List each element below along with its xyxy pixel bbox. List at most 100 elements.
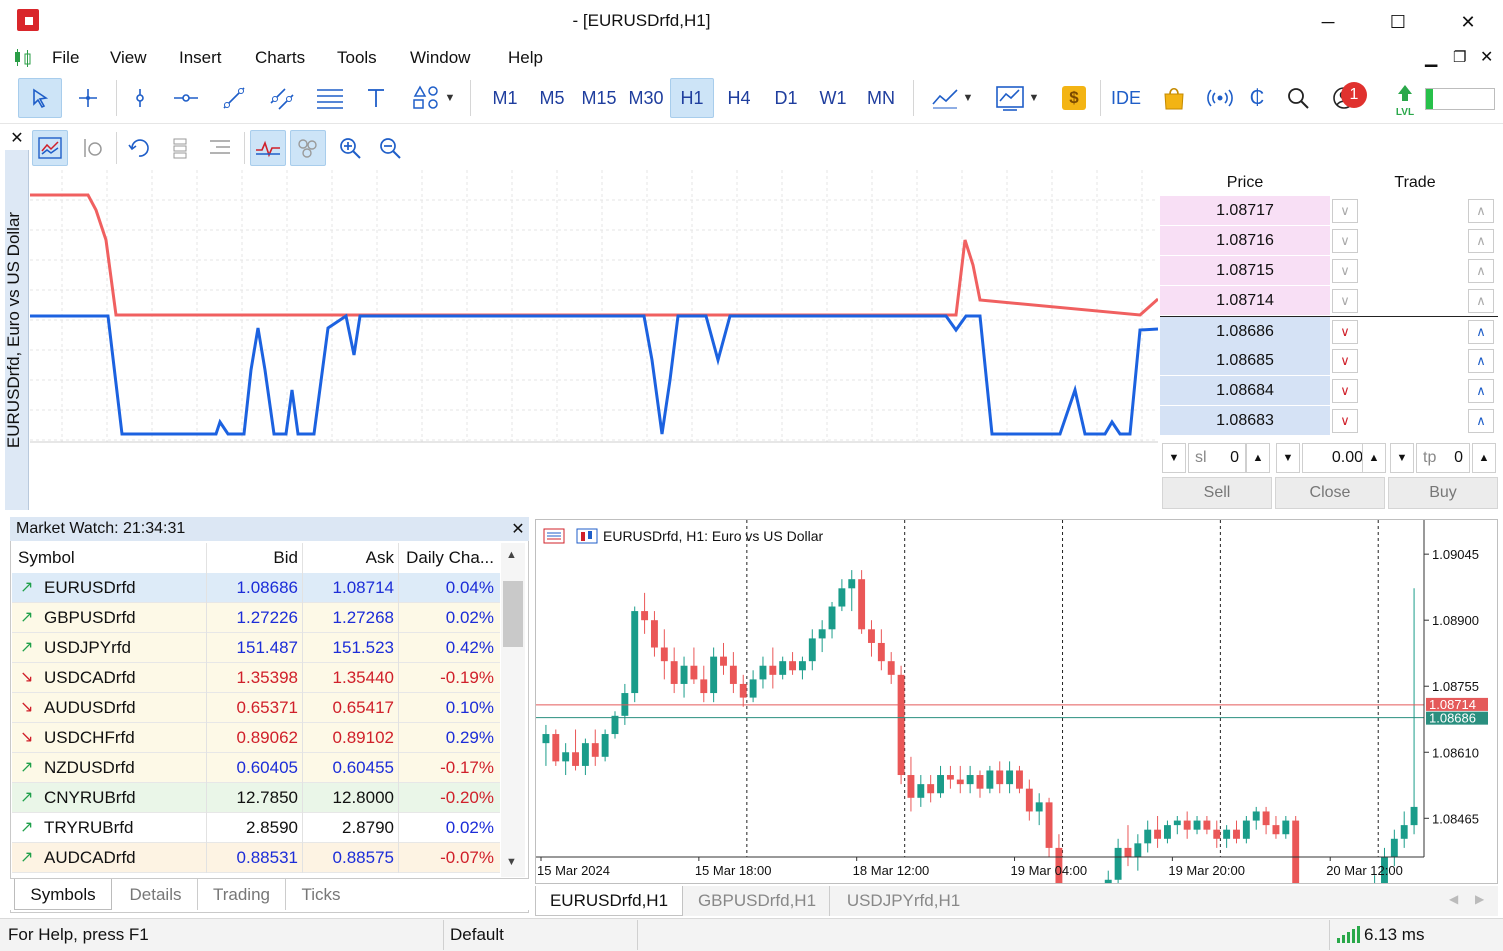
- timeframe-m15[interactable]: M15: [577, 78, 621, 118]
- zoom-out-button[interactable]: [372, 130, 408, 166]
- zoom-in-button[interactable]: [332, 130, 368, 166]
- dom-sell-chevron-icon[interactable]: ∨: [1332, 349, 1358, 373]
- dom-buy-chevron-icon[interactable]: ∧: [1468, 349, 1494, 373]
- sl-increase-button[interactable]: ▲: [1246, 443, 1270, 473]
- dom-sell-chevron-icon[interactable]: ∨: [1332, 379, 1358, 403]
- tp-increase-button[interactable]: ▲: [1472, 443, 1496, 473]
- shapes-menu-button[interactable]: ▼: [404, 78, 462, 118]
- market-watch-row[interactable]: ↗ USDJPYrfd 151.487 151.523 0.42%: [12, 633, 500, 663]
- dom-tick-chart-button[interactable]: [74, 130, 110, 166]
- menu-insert[interactable]: Insert: [179, 48, 222, 68]
- vps-icon[interactable]: ₵: [1248, 78, 1266, 118]
- cursor-tool-button[interactable]: [18, 78, 62, 118]
- dom-sell-chevron-icon[interactable]: ∨: [1332, 409, 1358, 433]
- dom-sell-chevron-icon[interactable]: ∨: [1332, 259, 1358, 283]
- search-button[interactable]: [1280, 78, 1316, 118]
- timeframe-mn[interactable]: MN: [859, 78, 903, 118]
- shop-button[interactable]: [1154, 78, 1194, 118]
- dom-reverse-button[interactable]: [122, 130, 158, 166]
- volume-increase-button[interactable]: ▲: [1362, 443, 1386, 473]
- tabs-scroll-left-icon[interactable]: ◀: [1449, 892, 1458, 906]
- close-button[interactable]: ✕: [1433, 0, 1503, 44]
- mw-col-symbol[interactable]: Symbol: [18, 543, 198, 573]
- scroll-down-icon[interactable]: ▼: [506, 856, 517, 868]
- tab-ticks[interactable]: Ticks: [286, 879, 356, 910]
- dom-buy-chevron-icon[interactable]: ∧: [1468, 320, 1494, 344]
- trendline-button[interactable]: [214, 78, 254, 118]
- market-button[interactable]: $: [1056, 78, 1092, 118]
- menu-help[interactable]: Help: [508, 48, 543, 68]
- chart-tab-eurusd[interactable]: EURUSDrfd,H1: [535, 886, 683, 916]
- mw-col-bid[interactable]: Bid: [206, 543, 298, 573]
- dom-buy-chevron-icon[interactable]: ∧: [1468, 229, 1494, 253]
- dom-sell-chevron-icon[interactable]: ∨: [1332, 229, 1358, 253]
- tp-input[interactable]: tp 0: [1416, 443, 1470, 473]
- crosshair-button[interactable]: [66, 78, 110, 118]
- buy-button[interactable]: Buy: [1388, 477, 1498, 509]
- dom-buy-chevron-icon[interactable]: ∧: [1468, 289, 1494, 313]
- dom-bubbles-button[interactable]: [290, 130, 326, 166]
- sl-decrease-button[interactable]: ▼: [1162, 443, 1186, 473]
- timeframe-w1[interactable]: W1: [812, 78, 854, 118]
- mdi-close-icon[interactable]: ✕: [1480, 47, 1493, 67]
- mw-col-ask[interactable]: Ask: [302, 543, 394, 573]
- market-watch-row[interactable]: ↗ TRYRUBrfd 2.8590 2.8790 0.02%: [12, 813, 500, 843]
- timeframe-d1[interactable]: D1: [765, 78, 807, 118]
- market-watch-close-icon[interactable]: ✕: [508, 519, 528, 539]
- chart-tab-gbpusd[interactable]: GBPUSDrfd,H1: [685, 886, 830, 916]
- mdi-minimize-icon[interactable]: ▁: [1425, 48, 1437, 68]
- fibonacci-button[interactable]: [310, 78, 350, 118]
- timeframe-h4[interactable]: H4: [718, 78, 760, 118]
- dom-list-button[interactable]: [202, 130, 238, 166]
- text-tool-button[interactable]: [358, 78, 394, 118]
- minimize-button[interactable]: ─: [1293, 0, 1363, 44]
- menu-charts[interactable]: Charts: [255, 48, 305, 68]
- mdi-restore-icon[interactable]: ❐: [1453, 48, 1466, 66]
- close-position-button[interactable]: Close: [1275, 477, 1385, 509]
- dom-buy-chevron-icon[interactable]: ∧: [1468, 379, 1494, 403]
- market-watch-scrollbar[interactable]: ▲ ▼: [501, 543, 525, 877]
- ide-button[interactable]: IDE: [1106, 78, 1146, 118]
- dom-chart-view-button[interactable]: [32, 130, 68, 166]
- market-watch-row[interactable]: ↗ NZDUSDrfd 0.60405 0.60455 -0.17%: [12, 753, 500, 783]
- market-watch-row[interactable]: ↘ USDCHFrfd 0.89062 0.89102 0.29%: [12, 723, 500, 753]
- market-watch-row[interactable]: ↘ AUDUSDrfd 0.65371 0.65417 0.10%: [12, 693, 500, 723]
- dom-depth-button[interactable]: [250, 130, 286, 166]
- scroll-up-icon[interactable]: ▲: [506, 549, 517, 561]
- timeframe-m5[interactable]: M5: [531, 78, 573, 118]
- tab-symbols[interactable]: Symbols: [14, 879, 112, 910]
- market-watch-row[interactable]: ↗ GBPUSDrfd 1.27226 1.27268 0.02%: [12, 603, 500, 633]
- dom-sell-chevron-icon[interactable]: ∨: [1332, 320, 1358, 344]
- volume-input[interactable]: 0.00: [1302, 443, 1370, 473]
- tab-trading[interactable]: Trading: [198, 879, 286, 910]
- chart-tab-usdjpy[interactable]: USDJPYrfd,H1: [831, 886, 976, 916]
- tabs-scroll-right-icon[interactable]: ▶: [1475, 892, 1484, 906]
- timeframe-m1[interactable]: M1: [484, 78, 526, 118]
- dom-sell-chevron-icon[interactable]: ∨: [1332, 199, 1358, 223]
- horizontal-line-button[interactable]: [166, 78, 206, 118]
- market-watch-row[interactable]: ↗ CNYRUBrfd 12.7850 12.8000 -0.20%: [12, 783, 500, 813]
- dom-buy-chevron-icon[interactable]: ∧: [1468, 259, 1494, 283]
- scrollbar-thumb[interactable]: [503, 581, 523, 647]
- menu-window[interactable]: Window: [410, 48, 470, 68]
- sl-input[interactable]: sl 0: [1188, 443, 1246, 473]
- market-watch-row[interactable]: ↘ USDCADrfd 1.35398 1.35440 -0.19%: [12, 663, 500, 693]
- dom-sell-chevron-icon[interactable]: ∨: [1332, 289, 1358, 313]
- chart-type-icon[interactable]: [12, 47, 34, 69]
- templates-menu-button[interactable]: ▼: [988, 78, 1046, 118]
- sell-button[interactable]: Sell: [1162, 477, 1272, 509]
- market-watch-row[interactable]: ↗ EURUSDrfd 1.08686 1.08714 0.04%: [12, 573, 500, 603]
- vertical-line-button[interactable]: [120, 78, 160, 118]
- menu-view[interactable]: View: [110, 48, 147, 68]
- timeframe-m30[interactable]: M30: [624, 78, 668, 118]
- dom-buy-chevron-icon[interactable]: ∧: [1468, 409, 1494, 433]
- channel-button[interactable]: [262, 78, 302, 118]
- dom-buy-chevron-icon[interactable]: ∧: [1468, 199, 1494, 223]
- signals-button[interactable]: [1200, 78, 1240, 118]
- dom-volume-button[interactable]: [162, 130, 198, 166]
- tp-decrease-button[interactable]: ▼: [1390, 443, 1414, 473]
- indicators-menu-button[interactable]: ▼: [924, 78, 980, 118]
- maximize-button[interactable]: ☐: [1363, 0, 1433, 44]
- mw-col-change[interactable]: Daily Cha...: [398, 543, 494, 573]
- menu-file[interactable]: File: [52, 48, 79, 68]
